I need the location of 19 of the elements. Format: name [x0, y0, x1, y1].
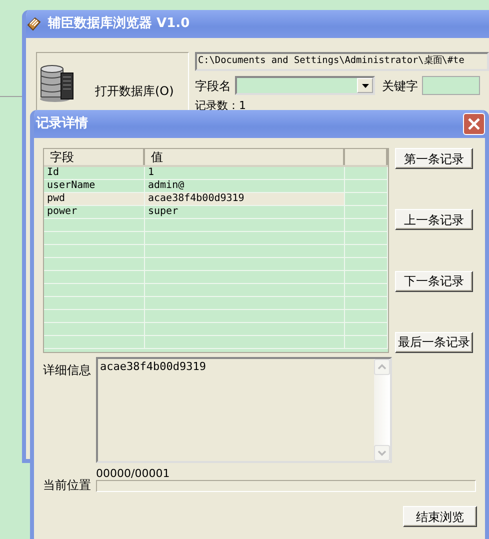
table-cell: acae38f4b00d9319	[145, 193, 345, 205]
table-cell: power	[44, 206, 145, 218]
position-label: 当前位置	[43, 477, 92, 494]
position-value: 00000/00001	[96, 468, 171, 480]
dialog-title: 记录详情	[36, 114, 88, 134]
keyword-label: 关键字	[382, 78, 418, 94]
table-cell: admin@	[145, 180, 345, 192]
field-name-label: 字段名	[195, 78, 231, 94]
table-cell: super	[145, 206, 345, 218]
record-count: 记录数：1	[195, 100, 247, 111]
table-cell: pwd	[44, 193, 145, 205]
detail-text: acae38f4b00d9319	[100, 359, 206, 375]
window-title: 辅臣数据库浏览器 V1.0	[48, 14, 190, 34]
column-header: 字段	[44, 149, 145, 165]
table-cell: userName	[44, 180, 145, 192]
detail-label: 详细信息	[43, 362, 92, 379]
column-header: 值	[145, 149, 345, 165]
table-cell: Id	[44, 167, 145, 179]
table-cell: 1	[145, 167, 345, 179]
